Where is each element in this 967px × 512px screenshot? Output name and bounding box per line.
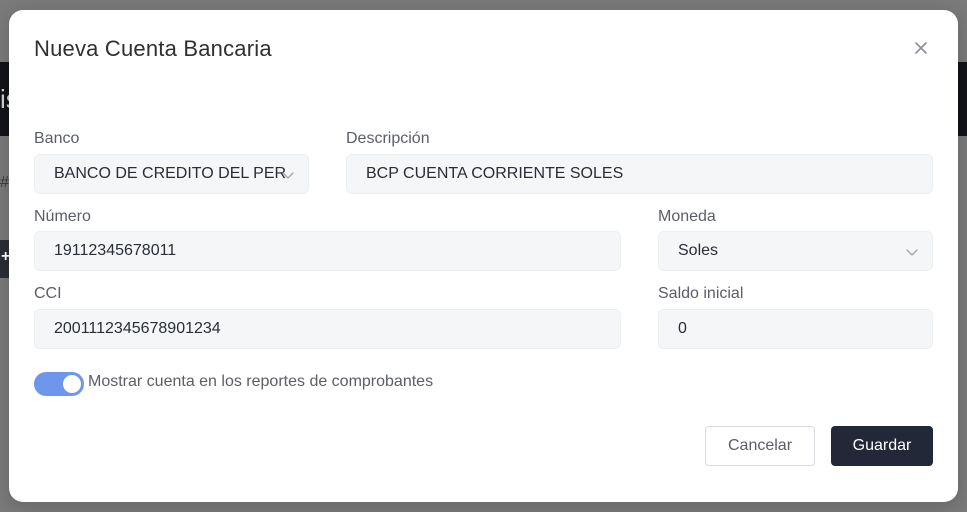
save-button[interactable]: Guardar: [831, 426, 933, 466]
dialog-title: Nueva Cuenta Bancaria: [34, 36, 272, 61]
new-bank-account-dialog: Nueva Cuenta Bancaria Banco BANCO DE CRE…: [9, 10, 958, 502]
chevron-down-icon: [906, 249, 918, 256]
numero-value: 19112345678011: [54, 242, 177, 259]
moneda-select[interactable]: Soles: [658, 231, 933, 271]
numero-label: Número: [34, 208, 91, 225]
numero-input[interactable]: 19112345678011: [34, 231, 621, 271]
saldo-inicial-value: 0: [678, 320, 687, 337]
banco-label: Banco: [34, 130, 80, 147]
moneda-select-value: Soles: [678, 242, 719, 259]
cci-input[interactable]: 2001112345678901234: [34, 309, 621, 349]
background-hash-header: #: [0, 174, 9, 191]
descripcion-value: BCP CUENTA CORRIENTE SOLES: [366, 165, 624, 182]
saldo-inicial-input[interactable]: 0: [658, 309, 933, 349]
mostrar-reportes-label: Mostrar cuenta en los reportes de compro…: [88, 373, 434, 390]
mostrar-reportes-toggle[interactable]: [34, 372, 84, 396]
descripcion-label: Descripción: [346, 130, 430, 147]
banco-select[interactable]: BANCO DE CREDITO DEL PER: [34, 154, 309, 194]
close-button[interactable]: [909, 36, 933, 60]
cancel-button[interactable]: Cancelar: [705, 426, 815, 466]
cci-value: 2001112345678901234: [54, 320, 221, 337]
saldo-inicial-label: Saldo inicial: [658, 285, 744, 302]
descripcion-input[interactable]: BCP CUENTA CORRIENTE SOLES: [346, 154, 933, 194]
cci-label: CCI: [34, 285, 62, 302]
chevron-down-icon: [282, 172, 294, 179]
moneda-label: Moneda: [658, 208, 716, 225]
toggle-knob: [63, 375, 81, 393]
close-icon: [915, 42, 927, 54]
banco-select-value: BANCO DE CREDITO DEL PER: [54, 165, 287, 182]
